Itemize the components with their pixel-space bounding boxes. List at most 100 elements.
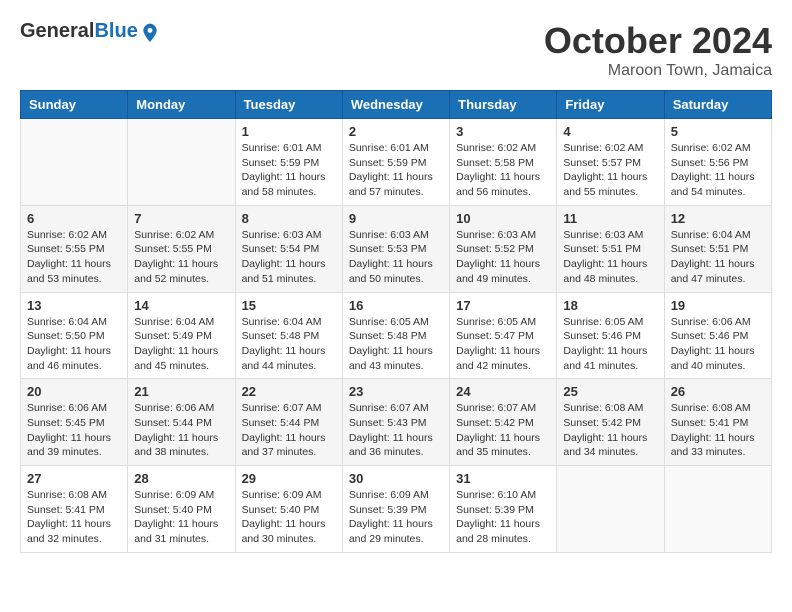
calendar-cell: 5 Sunrise: 6:02 AM Sunset: 5:56 PM Daylig… — [664, 119, 771, 206]
weekday-header-row: SundayMondayTuesdayWednesdayThursdayFrid… — [21, 91, 772, 119]
page-header: GeneralBlue October 2024 Maroon Town, Ja… — [20, 20, 772, 80]
calendar-cell: 17Sunrise: 6:05 AM Sunset: 5:47 PM Dayli… — [450, 292, 557, 379]
logo-blue: Blue — [94, 20, 137, 43]
day-info: Sunrise: 6:03 AM Sunset: 5:54 PM Dayligh… — [242, 228, 336, 287]
day-info: Sunrise: 6:01 AM Sunset: 5:59 PM Dayligh… — [349, 141, 443, 200]
calendar-cell: 23 Sunrise: 6:07 AM Sunset: 5:43 PM Dayli… — [342, 379, 449, 466]
day-info: Sunrise: 6:01 AM Sunset: 5:59 PM Dayligh… — [242, 141, 336, 200]
day-info: Sunrise: 6:09 AM Sunset: 5:39 PM Dayligh… — [349, 488, 443, 547]
calendar-cell: 25 Sunrise: 6:08 AM Sunset: 5:42 PM Dayli… — [557, 379, 664, 466]
calendar-cell: 28 Sunrise: 6:09 AM Sunset: 5:40 PM Dayli… — [128, 466, 235, 553]
day-info: Sunrise: 6:02 AM Sunset: 5:55 PM Dayligh… — [27, 228, 121, 287]
day-number: 22 — [242, 384, 336, 399]
day-number: 5 — [671, 124, 765, 139]
calendar-cell — [128, 119, 235, 206]
weekday-header: Sunday — [21, 91, 128, 119]
day-number: 12 — [671, 211, 765, 226]
calendar-cell: 26Sunrise: 6:08 AM Sunset: 5:41 PM Dayli… — [664, 379, 771, 466]
calendar-cell — [557, 466, 664, 553]
calendar-cell: 7Sunrise: 6:02 AM Sunset: 5:55 PM Daylig… — [128, 205, 235, 292]
day-info: Sunrise: 6:08 AM Sunset: 5:41 PM Dayligh… — [671, 401, 765, 460]
day-info: Sunrise: 6:04 AM Sunset: 5:49 PM Dayligh… — [134, 315, 228, 374]
calendar-table: SundayMondayTuesdayWednesdayThursdayFrid… — [20, 90, 772, 553]
calendar-cell: 21 Sunrise: 6:06 AM Sunset: 5:44 PM Dayli… — [128, 379, 235, 466]
day-number: 8 — [242, 211, 336, 226]
weekday-header: Tuesday — [235, 91, 342, 119]
calendar-cell: 31Sunrise: 6:10 AM Sunset: 5:39 PM Dayli… — [450, 466, 557, 553]
day-info: Sunrise: 6:02 AM Sunset: 5:58 PM Dayligh… — [456, 141, 550, 200]
day-info: Sunrise: 6:05 AM Sunset: 5:47 PM Dayligh… — [456, 315, 550, 374]
day-number: 13 — [27, 298, 121, 313]
day-number: 29 — [242, 471, 336, 486]
weekday-header: Saturday — [664, 91, 771, 119]
day-info: Sunrise: 6:09 AM Sunset: 5:40 PM Dayligh… — [134, 488, 228, 547]
weekday-header: Friday — [557, 91, 664, 119]
day-number: 30 — [349, 471, 443, 486]
day-info: Sunrise: 6:04 AM Sunset: 5:48 PM Dayligh… — [242, 315, 336, 374]
day-info: Sunrise: 6:06 AM Sunset: 5:46 PM Dayligh… — [671, 315, 765, 374]
day-number: 16 — [349, 298, 443, 313]
day-number: 25 — [563, 384, 657, 399]
location: Maroon Town, Jamaica — [544, 62, 772, 80]
day-number: 11 — [563, 211, 657, 226]
calendar-cell — [664, 466, 771, 553]
day-number: 28 — [134, 471, 228, 486]
day-number: 27 — [27, 471, 121, 486]
calendar-cell: 27 Sunrise: 6:08 AM Sunset: 5:41 PM Dayli… — [21, 466, 128, 553]
day-number: 21 — [134, 384, 228, 399]
calendar-cell: 3 Sunrise: 6:02 AM Sunset: 5:58 PM Daylig… — [450, 119, 557, 206]
day-info: Sunrise: 6:02 AM Sunset: 5:56 PM Dayligh… — [671, 141, 765, 200]
day-number: 14 — [134, 298, 228, 313]
day-info: Sunrise: 6:06 AM Sunset: 5:44 PM Dayligh… — [134, 401, 228, 460]
weekday-header: Thursday — [450, 91, 557, 119]
day-number: 24 — [456, 384, 550, 399]
day-info: Sunrise: 6:02 AM Sunset: 5:55 PM Dayligh… — [134, 228, 228, 287]
calendar-cell: 20 Sunrise: 6:06 AM Sunset: 5:45 PM Dayli… — [21, 379, 128, 466]
day-number: 10 — [456, 211, 550, 226]
day-info: Sunrise: 6:02 AM Sunset: 5:57 PM Dayligh… — [563, 141, 657, 200]
day-info: Sunrise: 6:06 AM Sunset: 5:45 PM Dayligh… — [27, 401, 121, 460]
calendar-cell — [21, 119, 128, 206]
calendar-cell: 6Sunrise: 6:02 AM Sunset: 5:55 PM Daylig… — [21, 205, 128, 292]
day-number: 20 — [27, 384, 121, 399]
calendar-cell: 19 Sunrise: 6:06 AM Sunset: 5:46 PM Dayli… — [664, 292, 771, 379]
day-info: Sunrise: 6:07 AM Sunset: 5:44 PM Dayligh… — [242, 401, 336, 460]
calendar-week-row: 13 Sunrise: 6:04 AM Sunset: 5:50 PM Dayli… — [21, 292, 772, 379]
day-info: Sunrise: 6:08 AM Sunset: 5:42 PM Dayligh… — [563, 401, 657, 460]
calendar-cell: 9Sunrise: 6:03 AM Sunset: 5:53 PM Daylig… — [342, 205, 449, 292]
day-number: 3 — [456, 124, 550, 139]
day-info: Sunrise: 6:03 AM Sunset: 5:53 PM Dayligh… — [349, 228, 443, 287]
day-info: Sunrise: 6:04 AM Sunset: 5:51 PM Dayligh… — [671, 228, 765, 287]
logo-general: General — [20, 20, 94, 43]
day-info: Sunrise: 6:05 AM Sunset: 5:48 PM Dayligh… — [349, 315, 443, 374]
day-number: 19 — [671, 298, 765, 313]
day-info: Sunrise: 6:03 AM Sunset: 5:51 PM Dayligh… — [563, 228, 657, 287]
calendar-cell: 12 Sunrise: 6:04 AM Sunset: 5:51 PM Dayli… — [664, 205, 771, 292]
day-info: Sunrise: 6:04 AM Sunset: 5:50 PM Dayligh… — [27, 315, 121, 374]
calendar-cell: 24 Sunrise: 6:07 AM Sunset: 5:42 PM Dayli… — [450, 379, 557, 466]
calendar-cell: 8 Sunrise: 6:03 AM Sunset: 5:54 PM Daylig… — [235, 205, 342, 292]
logo-icon — [140, 22, 160, 42]
day-number: 2 — [349, 124, 443, 139]
day-number: 4 — [563, 124, 657, 139]
calendar-cell: 15 Sunrise: 6:04 AM Sunset: 5:48 PM Dayli… — [235, 292, 342, 379]
day-number: 23 — [349, 384, 443, 399]
calendar-cell: 1 Sunrise: 6:01 AM Sunset: 5:59 PM Daylig… — [235, 119, 342, 206]
calendar-week-row: 27 Sunrise: 6:08 AM Sunset: 5:41 PM Dayli… — [21, 466, 772, 553]
calendar-cell: 18Sunrise: 6:05 AM Sunset: 5:46 PM Dayli… — [557, 292, 664, 379]
day-info: Sunrise: 6:10 AM Sunset: 5:39 PM Dayligh… — [456, 488, 550, 547]
weekday-header: Monday — [128, 91, 235, 119]
title-block: October 2024 Maroon Town, Jamaica — [544, 20, 772, 80]
calendar-cell: 13 Sunrise: 6:04 AM Sunset: 5:50 PM Dayli… — [21, 292, 128, 379]
day-info: Sunrise: 6:07 AM Sunset: 5:42 PM Dayligh… — [456, 401, 550, 460]
month-title: October 2024 — [544, 20, 772, 62]
calendar-cell: 4 Sunrise: 6:02 AM Sunset: 5:57 PM Daylig… — [557, 119, 664, 206]
day-info: Sunrise: 6:08 AM Sunset: 5:41 PM Dayligh… — [27, 488, 121, 547]
day-number: 1 — [242, 124, 336, 139]
calendar-cell: 30 Sunrise: 6:09 AM Sunset: 5:39 PM Dayli… — [342, 466, 449, 553]
weekday-header: Wednesday — [342, 91, 449, 119]
day-info: Sunrise: 6:09 AM Sunset: 5:40 PM Dayligh… — [242, 488, 336, 547]
day-info: Sunrise: 6:07 AM Sunset: 5:43 PM Dayligh… — [349, 401, 443, 460]
day-number: 15 — [242, 298, 336, 313]
calendar-week-row: 6Sunrise: 6:02 AM Sunset: 5:55 PM Daylig… — [21, 205, 772, 292]
